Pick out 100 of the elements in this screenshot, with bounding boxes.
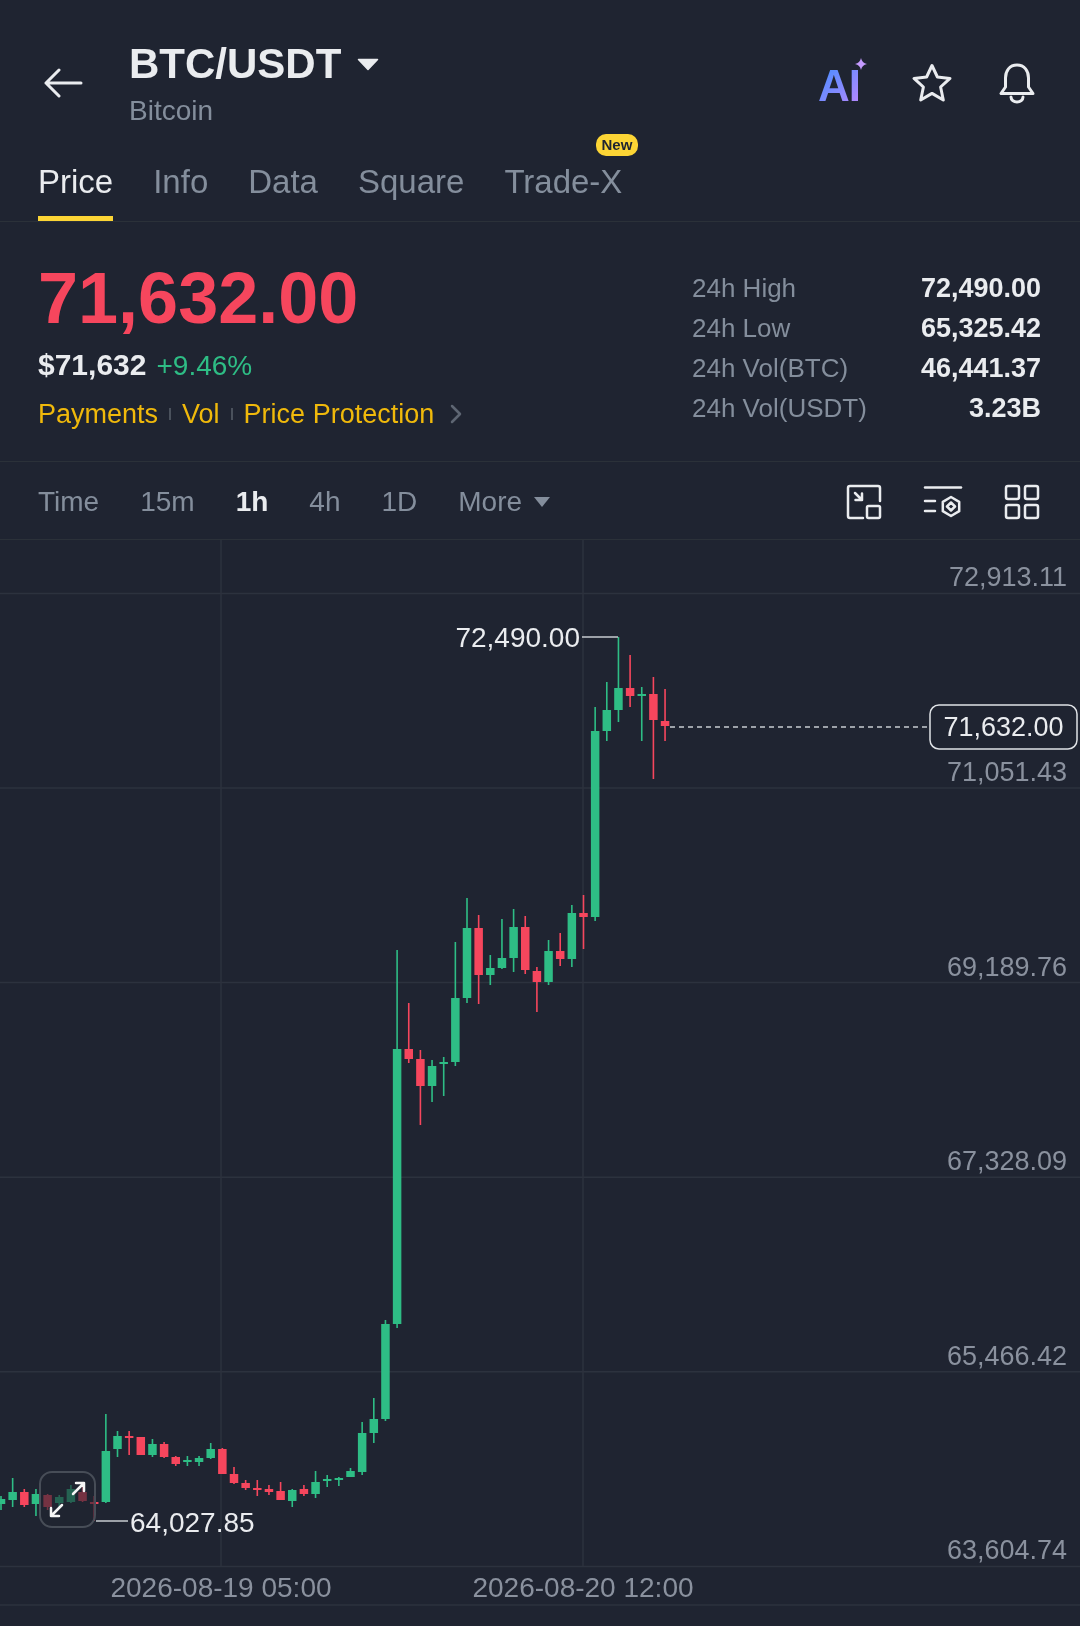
feature-link[interactable]: Price Protection — [243, 396, 435, 432]
feature-link[interactable]: Vol — [182, 396, 220, 432]
price-axis-label: 69,189.76 — [946, 951, 1067, 982]
interval-tab[interactable]: 1h — [235, 481, 269, 522]
candlestick — [89, 1496, 99, 1521]
candlestick — [8, 1478, 17, 1507]
candlestick — [521, 916, 530, 974]
candlestick — [0, 1496, 6, 1510]
low-price-leader — [95, 1520, 129, 1522]
candlestick — [660, 689, 670, 741]
candlestick — [66, 1485, 76, 1503]
candlestick — [55, 1495, 64, 1508]
caret-down-icon — [534, 496, 551, 507]
chevron-right-icon[interactable] — [450, 404, 463, 424]
stat-value: 65,325.42 — [920, 312, 1041, 344]
candlestick — [229, 1467, 239, 1484]
picture-in-picture-icon[interactable] — [846, 483, 882, 520]
candlestick — [20, 1489, 29, 1507]
candlestick — [427, 1060, 437, 1102]
bell-icon[interactable] — [997, 62, 1037, 104]
indicator-settings-icon[interactable] — [923, 484, 963, 519]
candlestick — [31, 1489, 41, 1516]
time-axis-label: 2026-08-19 05:00 — [110, 1572, 332, 1603]
price-axis-label: 67,328.09 — [946, 1146, 1067, 1177]
interval-tab[interactable]: 4h — [309, 481, 341, 522]
candlestick — [124, 1431, 134, 1455]
candlestick — [555, 933, 565, 966]
candlestick — [113, 1431, 122, 1457]
candlestick — [439, 1057, 448, 1096]
price-change: +9.46% — [156, 349, 253, 383]
candlestick — [148, 1439, 157, 1457]
price-axis-label: 63,604.74 — [946, 1535, 1067, 1566]
candlestick — [299, 1485, 309, 1496]
candlestick — [334, 1477, 344, 1486]
star-icon[interactable] — [911, 63, 953, 103]
stat-label: 24h Low — [692, 312, 792, 344]
candlestick — [241, 1480, 250, 1490]
back-arrow-icon[interactable] — [44, 68, 83, 98]
pair-selector[interactable]: BTC/USDT — [129, 40, 380, 88]
candlestick — [567, 905, 577, 967]
interval-tab[interactable]: 15m — [140, 481, 195, 522]
price-axis-label: 65,466.42 — [946, 1340, 1067, 1371]
tab[interactable]: Square — [357, 130, 465, 221]
low-price-label: 64,027.85 — [130, 1507, 255, 1538]
stat-label: 24h Vol(USDT) — [692, 392, 867, 424]
candlestick — [637, 687, 646, 741]
stat-label: 24h High — [692, 272, 798, 304]
candlestick — [171, 1456, 180, 1466]
candlestick — [194, 1456, 204, 1466]
last-price: 71,632.00 — [38, 258, 359, 338]
candlestick — [369, 1398, 379, 1443]
time-axis-label: 2026-08-20 12:00 — [472, 1572, 694, 1603]
coin-name: Bitcoin — [129, 94, 215, 128]
stat-label: 24h Vol(BTC) — [692, 352, 850, 384]
candlestick — [357, 1422, 367, 1475]
grid-icon[interactable] — [1004, 483, 1040, 520]
more-dropdown[interactable]: More — [458, 481, 551, 522]
tab[interactable]: Data — [248, 130, 318, 221]
usd-price: $71,632 — [38, 347, 147, 383]
candlestick — [509, 909, 518, 972]
tab[interactable]: Info — [153, 130, 209, 221]
candlestick — [43, 1494, 52, 1510]
candlestick — [346, 1468, 355, 1477]
price-axis-label: 71,051.43 — [946, 757, 1067, 787]
candlestick — [579, 895, 588, 949]
candlestick — [544, 940, 553, 985]
sparkle-icon — [855, 58, 867, 70]
candlestick — [288, 1489, 297, 1507]
candlestick — [264, 1485, 274, 1495]
high-price-label: 72,490.00 — [455, 622, 580, 653]
candlestick — [136, 1437, 146, 1455]
candlestick — [625, 655, 635, 707]
candlestick — [276, 1482, 285, 1500]
candlestick — [218, 1448, 227, 1474]
tab[interactable]: Price — [38, 130, 114, 221]
candlestick — [159, 1442, 169, 1458]
stat-value: 72,490.00 — [920, 272, 1041, 304]
candlestick — [602, 682, 612, 741]
high-price-leader — [581, 636, 619, 638]
candlestick — [497, 919, 507, 969]
candlestick — [322, 1475, 332, 1487]
new-badge: New — [595, 134, 639, 156]
candlestick — [253, 1480, 262, 1496]
expand-arrows-icon — [49, 1481, 86, 1518]
expand-button[interactable] — [39, 1471, 96, 1528]
last-price-tag: 71,632.00 — [929, 704, 1078, 750]
stat-value: 3.23B — [967, 392, 1041, 424]
candlestick — [532, 967, 542, 1012]
price-axis-label: 72,913.11 — [948, 562, 1067, 593]
candlestick — [78, 1487, 87, 1502]
candlestick — [404, 1003, 413, 1063]
candlestick — [206, 1443, 215, 1459]
candlestick — [183, 1456, 192, 1466]
feature-link[interactable]: Payments — [38, 396, 159, 432]
caret-down-icon — [357, 57, 380, 71]
stat-value: 46,441.37 — [920, 352, 1041, 384]
candlestick — [311, 1471, 320, 1498]
candlestick — [486, 955, 495, 985]
interval-tab[interactable]: Time — [38, 481, 100, 522]
interval-tab[interactable]: 1D — [381, 481, 418, 522]
